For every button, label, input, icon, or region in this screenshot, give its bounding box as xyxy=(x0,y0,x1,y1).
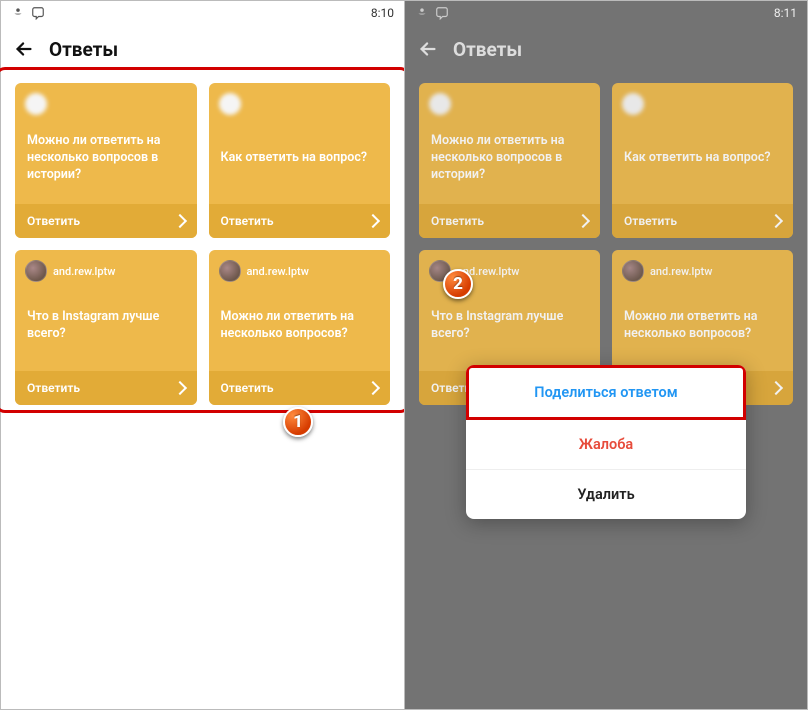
chevron-right-icon xyxy=(366,381,380,395)
answer-card[interactable]: Как ответить на вопрос? Ответить xyxy=(209,83,391,238)
app-header: Ответы xyxy=(1,25,404,73)
answer-button[interactable]: Ответить xyxy=(15,371,197,405)
answer-button[interactable]: Ответить xyxy=(209,371,391,405)
ok-icon xyxy=(11,6,25,20)
status-icons-left xyxy=(415,6,449,20)
card-head xyxy=(15,83,197,121)
annotation-badge-2: 2 xyxy=(443,269,473,299)
card-question: Как ответить на вопрос? xyxy=(612,121,793,204)
page-title: Ответы xyxy=(49,38,118,61)
page-title: Ответы xyxy=(453,38,522,61)
avatar-icon xyxy=(622,260,644,282)
phone-right: 8:11 Ответы Можно ли ответить на несколь… xyxy=(404,1,807,709)
ok-icon xyxy=(415,6,429,20)
status-bar: 8:11 xyxy=(405,1,807,25)
answer-button[interactable]: Ответить xyxy=(612,204,793,238)
card-question: Что в Instagram лучше всего? xyxy=(15,288,197,371)
status-icons-left xyxy=(11,6,45,20)
card-username: and.rew.lptw xyxy=(247,265,309,278)
status-time: 8:10 xyxy=(371,6,394,20)
answers-grid: Можно ли ответить на несколько вопросов … xyxy=(419,83,793,405)
card-head: and.rew.lptw xyxy=(15,250,197,288)
answer-card[interactable]: Можно ли ответить на несколько вопросов … xyxy=(419,83,600,238)
status-time: 8:11 xyxy=(774,6,797,20)
card-username: and.rew.lptw xyxy=(53,265,115,278)
answer-label: Ответить xyxy=(624,214,677,228)
card-head: and.rew.lptw xyxy=(209,250,391,288)
delete-button[interactable]: Удалить xyxy=(466,470,746,519)
chevron-right-icon xyxy=(172,381,186,395)
avatar-icon xyxy=(429,93,451,115)
back-arrow-icon[interactable] xyxy=(13,38,35,60)
answer-label: Ответить xyxy=(27,381,80,395)
status-bar: 8:10 xyxy=(1,1,404,25)
content-area: Можно ли ответить на несколько вопросов … xyxy=(405,73,807,709)
answer-label: Ответить xyxy=(221,381,274,395)
answers-grid: Можно ли ответить на несколько вопросов … xyxy=(15,83,390,405)
action-sheet: Поделиться ответом Жалоба Удалить xyxy=(466,365,746,519)
card-question: Можно ли ответить на несколько вопросов … xyxy=(419,121,600,204)
answer-card[interactable]: Как ответить на вопрос? Ответить xyxy=(612,83,793,238)
report-button[interactable]: Жалоба xyxy=(466,420,746,470)
card-question: Как ответить на вопрос? xyxy=(209,121,391,204)
answer-card[interactable]: and.rew.lptw Что в Instagram лучше всего… xyxy=(15,250,197,405)
chevron-right-icon xyxy=(366,214,380,228)
viber-icon xyxy=(435,6,449,20)
card-username: and.rew.lptw xyxy=(650,265,712,278)
chevron-right-icon xyxy=(172,214,186,228)
avatar-icon xyxy=(622,93,644,115)
answer-label: Ответить xyxy=(221,214,274,228)
avatar-icon xyxy=(25,93,47,115)
back-arrow-icon[interactable] xyxy=(417,38,439,60)
card-head xyxy=(209,83,391,121)
card-question: Что в Instagram лучше всего? xyxy=(419,288,600,371)
answer-button[interactable]: Ответить xyxy=(209,204,391,238)
card-question: Можно ли ответить на несколько вопросов … xyxy=(15,121,197,204)
app-header: Ответы xyxy=(405,25,807,73)
phone-left: 8:10 Ответы Можно ли ответить на несколь… xyxy=(1,1,404,709)
chevron-right-icon xyxy=(576,214,590,228)
content-area: Можно ли ответить на несколько вопросов … xyxy=(1,73,404,709)
annotation-badge-1: 1 xyxy=(283,407,313,437)
chevron-right-icon xyxy=(769,381,783,395)
share-answer-button[interactable]: Поделиться ответом xyxy=(466,365,746,420)
avatar-icon xyxy=(25,260,47,282)
answer-label: Ответить xyxy=(431,214,484,228)
card-question: Можно ли ответить на несколько вопросов? xyxy=(612,288,793,371)
avatar-icon xyxy=(219,260,241,282)
answer-card[interactable]: Можно ли ответить на несколько вопросов … xyxy=(15,83,197,238)
chevron-right-icon xyxy=(769,214,783,228)
answer-button[interactable]: Ответить xyxy=(15,204,197,238)
answer-button[interactable]: Ответить xyxy=(419,204,600,238)
viber-icon xyxy=(31,6,45,20)
card-question: Можно ли ответить на несколько вопросов? xyxy=(209,288,391,371)
answer-label: Ответить xyxy=(27,214,80,228)
answer-card[interactable]: and.rew.lptw Можно ли ответить на нескол… xyxy=(209,250,391,405)
avatar-icon xyxy=(219,93,241,115)
